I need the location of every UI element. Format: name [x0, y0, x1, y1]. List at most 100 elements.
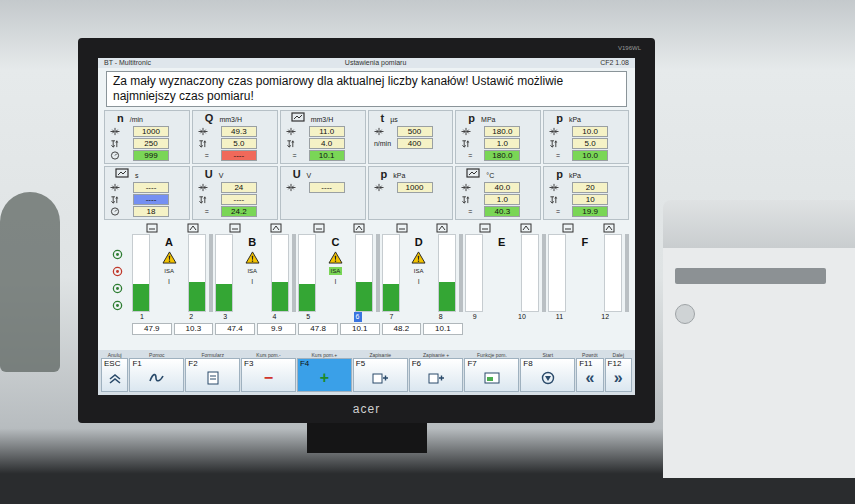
parameter-card[interactable]: °C40.01.0=40.3 [455, 166, 541, 220]
channel-reading: 9.9 [257, 323, 297, 335]
parameter-value[interactable]: ---- [221, 194, 257, 205]
parameter-value[interactable]: 1000 [133, 126, 169, 137]
parameter-card[interactable]: pkPa1000 [368, 166, 454, 220]
monitor: V196WLBT - MultitronicUstawienia pomiaru… [78, 38, 655, 504]
parameter-value[interactable]: 24 [221, 182, 257, 193]
channel-number[interactable]: 12 [599, 312, 611, 322]
parameter-value[interactable]: 180.0 [484, 150, 520, 161]
channel-reading: 48.2 [382, 323, 422, 335]
channel-number[interactable]: 11 [554, 312, 565, 322]
channel-number[interactable]: 6 [354, 312, 362, 322]
legend-icon [112, 283, 123, 294]
parameter-value[interactable]: 400 [397, 138, 433, 149]
volume-icon [436, 223, 448, 233]
channel-number[interactable]: 9 [471, 312, 479, 322]
parameter-card[interactable]: mm3/H11.04.0=10.1 [280, 110, 366, 164]
group-letter: E [498, 236, 505, 248]
channel-group: E 9 10 [465, 223, 546, 347]
parameter-value[interactable]: 20 [572, 182, 608, 193]
parameter-value[interactable]: ---- [133, 194, 169, 205]
channel-bar [521, 234, 539, 312]
function-key[interactable]: ESC [101, 358, 128, 392]
channel-number[interactable]: 5 [304, 312, 312, 322]
isa-badge[interactable]: ISA [245, 267, 259, 275]
function-key[interactable]: F12» [605, 358, 632, 392]
parameter-value[interactable]: 10.0 [572, 150, 608, 161]
parameter-card[interactable]: n/min1000250999 [104, 110, 190, 164]
parameter-card[interactable]: s--------18 [104, 166, 190, 220]
parameter-value[interactable]: 4.0 [309, 138, 345, 149]
function-key[interactable]: F4+ [297, 358, 352, 392]
function-key[interactable]: F5 [353, 358, 408, 392]
channel-number[interactable]: 3 [221, 312, 229, 322]
parameter-value[interactable]: 40.0 [484, 182, 520, 193]
parameter-value[interactable]: 24.2 [221, 206, 257, 217]
printer-button[interactable] [675, 304, 695, 324]
parameter-value[interactable]: 11.0 [309, 126, 345, 137]
channel-number[interactable]: 1 [138, 312, 146, 322]
parameter-value[interactable]: 10.0 [572, 126, 608, 137]
function-key[interactable]: F3− [241, 358, 296, 392]
channel-number[interactable]: 2 [187, 312, 195, 322]
parameter-value[interactable]: 18 [133, 206, 169, 217]
function-key[interactable]: F1 [129, 358, 184, 392]
parameter-row: =---- [197, 150, 273, 161]
channel-number[interactable]: 4 [270, 312, 278, 322]
parameter-value[interactable]: 10.1 [309, 150, 345, 161]
photo-scene: V196WLBT - MultitronicUstawienia pomiaru… [0, 0, 855, 504]
parameter-card[interactable]: pMPa180.01.0=180.0 [455, 110, 541, 164]
function-key[interactable]: F7 [464, 358, 519, 392]
parameter-card[interactable]: UV---- [280, 166, 366, 220]
parameter-value[interactable]: 5.0 [572, 138, 608, 149]
chevron-up-icon [105, 371, 125, 385]
function-key[interactable]: F6 [409, 358, 464, 392]
flow-icon [313, 223, 325, 233]
flow-icon [562, 223, 574, 233]
channel-bar [132, 234, 150, 312]
channel-number[interactable]: 10 [516, 312, 528, 322]
channel-legend [104, 223, 130, 347]
minimum-icon [109, 195, 121, 204]
parameter-row: 500 [373, 126, 449, 137]
parameter-value[interactable]: 180.0 [484, 126, 520, 137]
parameter-row: 1.0 [460, 194, 536, 205]
parameter-value[interactable]: ---- [133, 182, 169, 193]
parameter-value[interactable]: 250 [133, 138, 169, 149]
parameter-card[interactable]: pkPa2010=19.9 [543, 166, 629, 220]
function-key[interactable]: F11« [576, 358, 603, 392]
parameter-unit: kPa [569, 172, 581, 179]
parameter-row: 18 [109, 206, 185, 217]
function-key[interactable]: F2 [185, 358, 240, 392]
parameter-card[interactable]: tµs500n/min400 [368, 110, 454, 164]
parameter-value[interactable]: ---- [309, 182, 345, 193]
channel-number[interactable]: 7 [388, 312, 396, 322]
minimum-icon [548, 139, 560, 148]
parameter-value[interactable]: 1000 [397, 182, 433, 193]
parameter-row: 11.0 [285, 126, 361, 137]
parameter-card[interactable]: UV24----=24.2 [192, 166, 278, 220]
parameter-value[interactable]: 40.3 [484, 206, 520, 217]
channel-number[interactable]: 8 [437, 312, 445, 322]
parameter-card[interactable]: Qmm3/H49.35.0=---- [192, 110, 278, 164]
parameter-value[interactable]: 500 [397, 126, 433, 137]
parameter-value[interactable]: 5.0 [221, 138, 257, 149]
parameter-value[interactable]: 1.0 [484, 138, 520, 149]
parameter-unit: mm3/H [219, 116, 242, 123]
parameter-value[interactable]: 10 [572, 194, 608, 205]
parameter-value[interactable]: 19.9 [572, 206, 608, 217]
group-marker: I [334, 278, 336, 285]
isa-badge[interactable]: ISA [162, 267, 176, 275]
isa-badge[interactable]: ISA [412, 267, 426, 275]
parameter-value[interactable]: ---- [221, 150, 257, 161]
parameter-symbol: p [373, 168, 388, 180]
warning-icon [328, 251, 343, 264]
parameter-row: =180.0 [460, 150, 536, 161]
parameter-value[interactable]: 49.3 [221, 126, 257, 137]
parameter-card[interactable]: pkPa10.05.0=10.0 [543, 110, 629, 164]
parameter-value[interactable]: 999 [133, 150, 169, 161]
isa-badge[interactable]: ISA [329, 267, 343, 275]
parameter-value[interactable]: 1.0 [484, 194, 520, 205]
function-key[interactable]: F8 [520, 358, 575, 392]
